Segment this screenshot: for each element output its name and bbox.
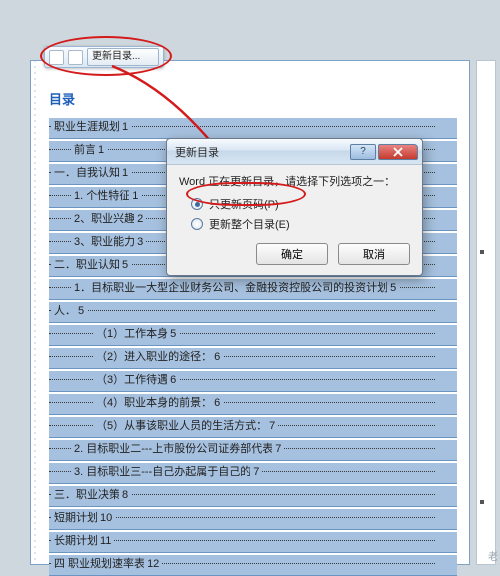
ok-button[interactable]: 确定 (256, 243, 328, 265)
toc-entry-text: 一．自我认知 (51, 164, 123, 182)
toc-entry-page: 5 (75, 305, 87, 317)
dialog-prompt-text: Word 正在更新目录，请选择下列选项之一： (179, 173, 410, 189)
radio-icon (191, 218, 203, 230)
toc-entry-text: 3. 目标职业三---自己办起属于自己的 (71, 463, 254, 481)
toc-entry-text: 2、职业兴趣 (71, 210, 138, 228)
toc-entry-text: 长期计划 (51, 532, 101, 550)
toc-entry-page: 7 (272, 443, 284, 455)
toc-entry-text: 2. 目标职业二---上市股份公司证券部代表 (71, 440, 276, 458)
toc-entry[interactable]: 三．职业决策8 (49, 486, 457, 507)
toc-entry-text: （2）进入职业的途径： (93, 348, 215, 366)
toc-entry-page: 6 (211, 351, 223, 363)
document-icon[interactable] (68, 50, 83, 65)
toc-entry-text: 1．目标职业一大型企业财务公司、金融投资控股公司的投资计划 (71, 279, 391, 297)
toc-entry-page: 7 (266, 420, 278, 432)
toc-entry[interactable]: 四 职业规划速率表12 (49, 555, 457, 576)
radio-label: 只更新页码(P) (209, 196, 279, 212)
toc-entry-page: 12 (144, 558, 162, 570)
toc-entry-page: 1 (95, 144, 107, 156)
radio-label: 更新整个目录(E) (209, 216, 290, 232)
toc-entry[interactable]: 1．目标职业一大型企业财务公司、金融投资控股公司的投资计划5 (49, 279, 457, 300)
page-mark-icon (480, 500, 484, 504)
toc-entry-text: 3、职业能力 (71, 233, 138, 251)
toc-entry-page: 2 (134, 213, 146, 225)
toc-entry-text: （3）工作待遇 (93, 371, 171, 389)
close-icon (392, 147, 404, 157)
close-button[interactable] (378, 144, 418, 160)
toc-entry[interactable]: 3. 目标职业三---自己办起属于自己的7 (49, 463, 457, 484)
update-toc-dialog: 更新目录 ? Word 正在更新目录，请选择下列选项之一： 只更新页码(P) 更… (166, 138, 423, 276)
toc-entry[interactable]: （3）工作待遇6 (49, 371, 457, 392)
toc-entry[interactable]: （5）从事该职业人员的生活方式：7 (49, 417, 457, 438)
toc-entry-page: 6 (167, 374, 179, 386)
toc-entry[interactable]: （4）职业本身的前景：6 (49, 394, 457, 415)
toc-heading: 目录 (49, 89, 457, 108)
toc-entry-text: 二．职业认知 (51, 256, 123, 274)
toc-entry-page: 7 (250, 466, 262, 478)
toc-entry[interactable]: 长期计划11 (49, 532, 457, 553)
document-page: 目录 职业生涯规划1前言1一．自我认知11. 个性特征12、职业兴趣23、职业能… (30, 60, 470, 565)
toc-entry-page: 3 (134, 236, 146, 248)
toc-entry-page: 5 (119, 259, 131, 271)
toc-entry-text: 职业生涯规划 (51, 118, 123, 136)
toc-options-icon[interactable] (49, 50, 64, 65)
next-page-sliver (476, 60, 496, 565)
toc-entry-page: 1 (119, 121, 131, 133)
toc-entry-page: 1 (119, 167, 131, 179)
page-mark-icon (480, 250, 484, 254)
dialog-titlebar[interactable]: 更新目录 ? (167, 139, 422, 165)
update-toc-button[interactable]: 更新目录... (87, 48, 159, 66)
toc-entry-page: 8 (119, 489, 131, 501)
toc-entry[interactable]: 短期计划10 (49, 509, 457, 530)
toc-context-toolbar: 更新目录... (44, 46, 164, 68)
radio-update-entire-toc[interactable]: 更新整个目录(E) (191, 215, 410, 233)
toc-entry[interactable]: （1）工作本身5 (49, 325, 457, 346)
toc-entry-text: 1. 个性特征 (71, 187, 133, 205)
help-button[interactable]: ? (350, 144, 376, 160)
toc-entry-text: （4）职业本身的前景： (93, 394, 215, 412)
toc-entry-page: 1 (129, 190, 141, 202)
toc-entry-page: 10 (97, 512, 115, 524)
toc-entry-text: 四 职业规划速率表 (51, 555, 148, 573)
radio-icon (191, 198, 203, 210)
toc-entry-text: 短期计划 (51, 509, 101, 527)
radio-update-page-numbers[interactable]: 只更新页码(P) (191, 195, 410, 213)
toc-entry-page: 11 (97, 535, 114, 547)
toc-entry-text: （5）从事该职业人员的生活方式： (93, 417, 270, 435)
toc-entry-page: 5 (387, 282, 399, 294)
toc-entry-page: 5 (167, 328, 179, 340)
watermark-text: 老 (488, 548, 498, 563)
cancel-button[interactable]: 取消 (338, 243, 410, 265)
toc-entry[interactable]: 职业生涯规划1 (49, 118, 457, 139)
dialog-title-text: 更新目录 (175, 144, 219, 160)
toc-entry[interactable]: （2）进入职业的途径：6 (49, 348, 457, 369)
toc-entry-text: 三．职业决策 (51, 486, 123, 504)
toc-entry[interactable]: 2. 目标职业二---上市股份公司证券部代表7 (49, 440, 457, 461)
toc-entry-page: 6 (211, 397, 223, 409)
vertical-ruler (34, 60, 36, 560)
toc-entry[interactable]: 人．5 (49, 302, 457, 323)
toc-entry-text: （1）工作本身 (93, 325, 171, 343)
